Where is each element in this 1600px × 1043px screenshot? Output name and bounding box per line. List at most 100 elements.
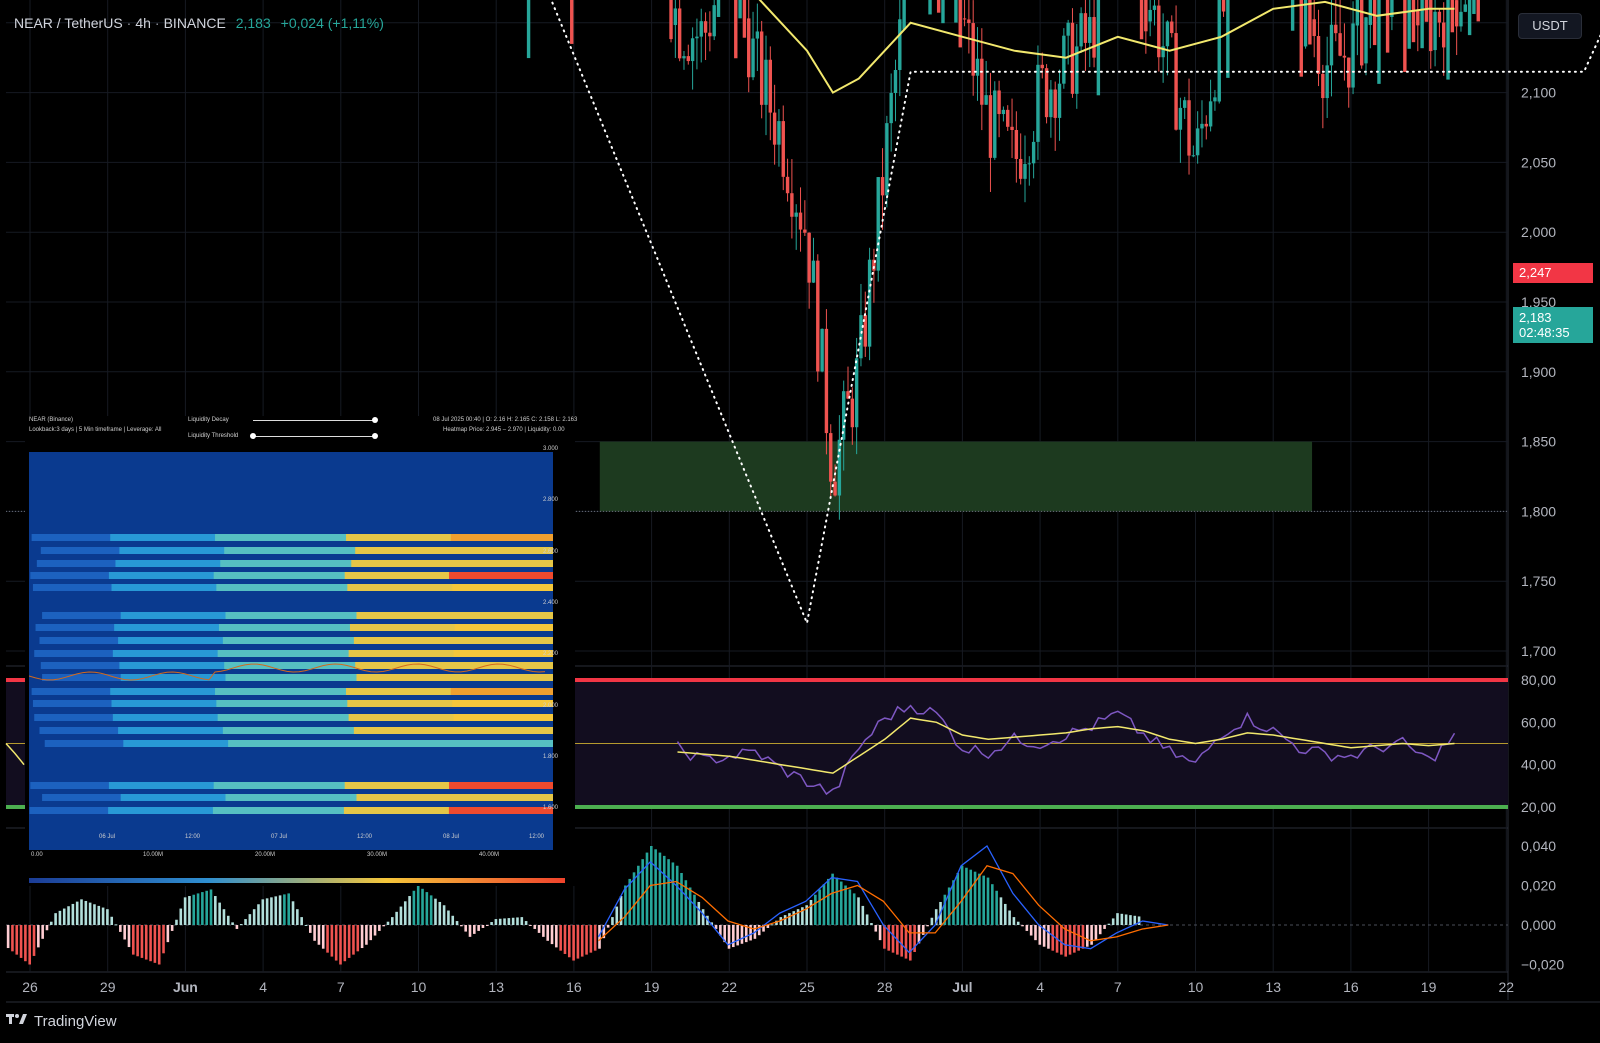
macd-bar	[67, 906, 70, 925]
macd-bar	[1047, 925, 1050, 949]
candle-body	[781, 121, 785, 177]
macd-bar	[546, 925, 550, 941]
macd-bar	[347, 925, 351, 958]
macd-bar	[900, 925, 903, 957]
candle-body	[699, 21, 703, 37]
candle-body	[997, 90, 1001, 115]
macd-bar	[403, 901, 407, 925]
macd-bar	[175, 919, 178, 925]
candle-body	[1316, 36, 1321, 74]
candle-body	[816, 260, 820, 372]
macd-bar	[1073, 925, 1076, 953]
heatmap-subtitle: Lookback:3 days | 5 Min timeframe | Leve…	[29, 427, 162, 433]
heatmap-row-hot	[449, 782, 553, 789]
candle-body	[1195, 128, 1200, 156]
rsi-y-tick: 60,00	[1521, 714, 1556, 730]
macd-bar	[416, 885, 420, 925]
candle-body	[1057, 83, 1062, 118]
liquidity-decay-slider[interactable]	[253, 417, 378, 423]
candle-body	[958, 0, 962, 48]
x-tick-label: 19	[644, 979, 660, 995]
candle-body	[1083, 13, 1088, 43]
macd-bar	[952, 880, 955, 925]
candle-body	[1165, 21, 1170, 47]
heatmap-scale-tick: 0.00	[31, 852, 43, 858]
macd-bar	[818, 889, 821, 925]
macd-bar	[511, 917, 515, 925]
x-tick-label: 4	[1036, 979, 1044, 995]
candle-body	[1049, 89, 1053, 118]
macd-bar	[481, 925, 485, 928]
candle-body	[807, 232, 811, 283]
candle-body	[526, 0, 531, 59]
macd-bar	[1111, 918, 1115, 925]
candle-body	[1221, 0, 1226, 12]
candle-body	[1183, 100, 1187, 108]
macd-bar	[930, 917, 934, 925]
macd-bar	[839, 881, 843, 925]
candle-body	[954, 0, 958, 23]
slider-handle[interactable]	[372, 433, 378, 439]
x-tick-label: 4	[259, 979, 267, 995]
macd-bar	[136, 925, 139, 957]
macd-bar	[45, 925, 49, 931]
candle-body	[1027, 163, 1032, 165]
candle-body	[1092, 17, 1096, 58]
slider-handle[interactable]	[250, 433, 256, 439]
heatmap-scale-tick: 30.00M	[367, 852, 388, 858]
candle-body	[1139, 0, 1144, 40]
macd-bar	[485, 925, 489, 926]
macd-bar	[654, 849, 657, 925]
candle-body	[1364, 17, 1368, 64]
macd-y-tick: 0,040	[1521, 838, 1556, 854]
macd-bar	[848, 889, 852, 925]
macd-bar	[49, 921, 53, 925]
candle-body	[1217, 0, 1221, 102]
symbol-interval[interactable]: 4h	[135, 15, 151, 31]
macd-bar	[792, 911, 796, 925]
macd-bar	[831, 873, 834, 925]
heatmap-row	[228, 740, 553, 747]
liquidity-decay-label: Liquidity Decay	[188, 417, 229, 423]
heatmap-scale-tick: 20.00M	[255, 852, 276, 858]
x-tick-label: 7	[1114, 979, 1122, 995]
candle-body	[1299, 0, 1303, 77]
macd-bar	[516, 917, 519, 925]
macd-bar	[671, 862, 675, 925]
macd-bar	[662, 855, 666, 925]
support-zone	[599, 441, 1313, 512]
heatmap-scale-tick: 10.00M	[143, 852, 164, 858]
candle-body	[742, 0, 747, 38]
macd-bar	[101, 907, 105, 925]
x-tick-label: Jul	[952, 979, 972, 995]
macd-bar	[563, 925, 567, 954]
candle-body	[690, 38, 695, 62]
symbol-pair[interactable]: NEAR / TetherUS	[14, 15, 123, 31]
rsi-y-tick: 40,00	[1521, 757, 1556, 773]
candle-body	[1001, 109, 1006, 115]
macd-bar	[464, 925, 467, 932]
candle-body	[967, 19, 971, 24]
symbol-header[interactable]: NEAR / TetherUS · 4h · BINANCE 2,183 +0,024 …	[14, 15, 384, 31]
currency-button[interactable]: USDT	[1518, 13, 1582, 39]
heatmap-color-scale	[29, 878, 565, 883]
macd-bar	[326, 925, 329, 953]
slider-handle[interactable]	[372, 417, 378, 423]
macd-bar	[209, 889, 213, 925]
liquidity-threshold-slider[interactable]	[250, 433, 378, 439]
macd-bar	[373, 925, 377, 936]
candle-body	[1204, 123, 1208, 127]
macd-bar	[369, 925, 373, 941]
liquidity-heatmap-inset: NEAR (Binance) Lookback:3 days | 5 Min t…	[25, 416, 577, 886]
candle-body	[1385, 0, 1390, 53]
candle-body	[988, 95, 993, 158]
candle-body	[1213, 97, 1217, 102]
macd-bar	[257, 904, 260, 925]
candle-body	[695, 36, 699, 39]
macd-bar	[80, 899, 83, 925]
macd-bar	[317, 925, 321, 945]
macd-y-tick: 0,020	[1521, 878, 1556, 894]
macd-bar	[1090, 925, 1093, 945]
macd-bar	[580, 925, 584, 957]
macd-bar	[999, 897, 1003, 925]
